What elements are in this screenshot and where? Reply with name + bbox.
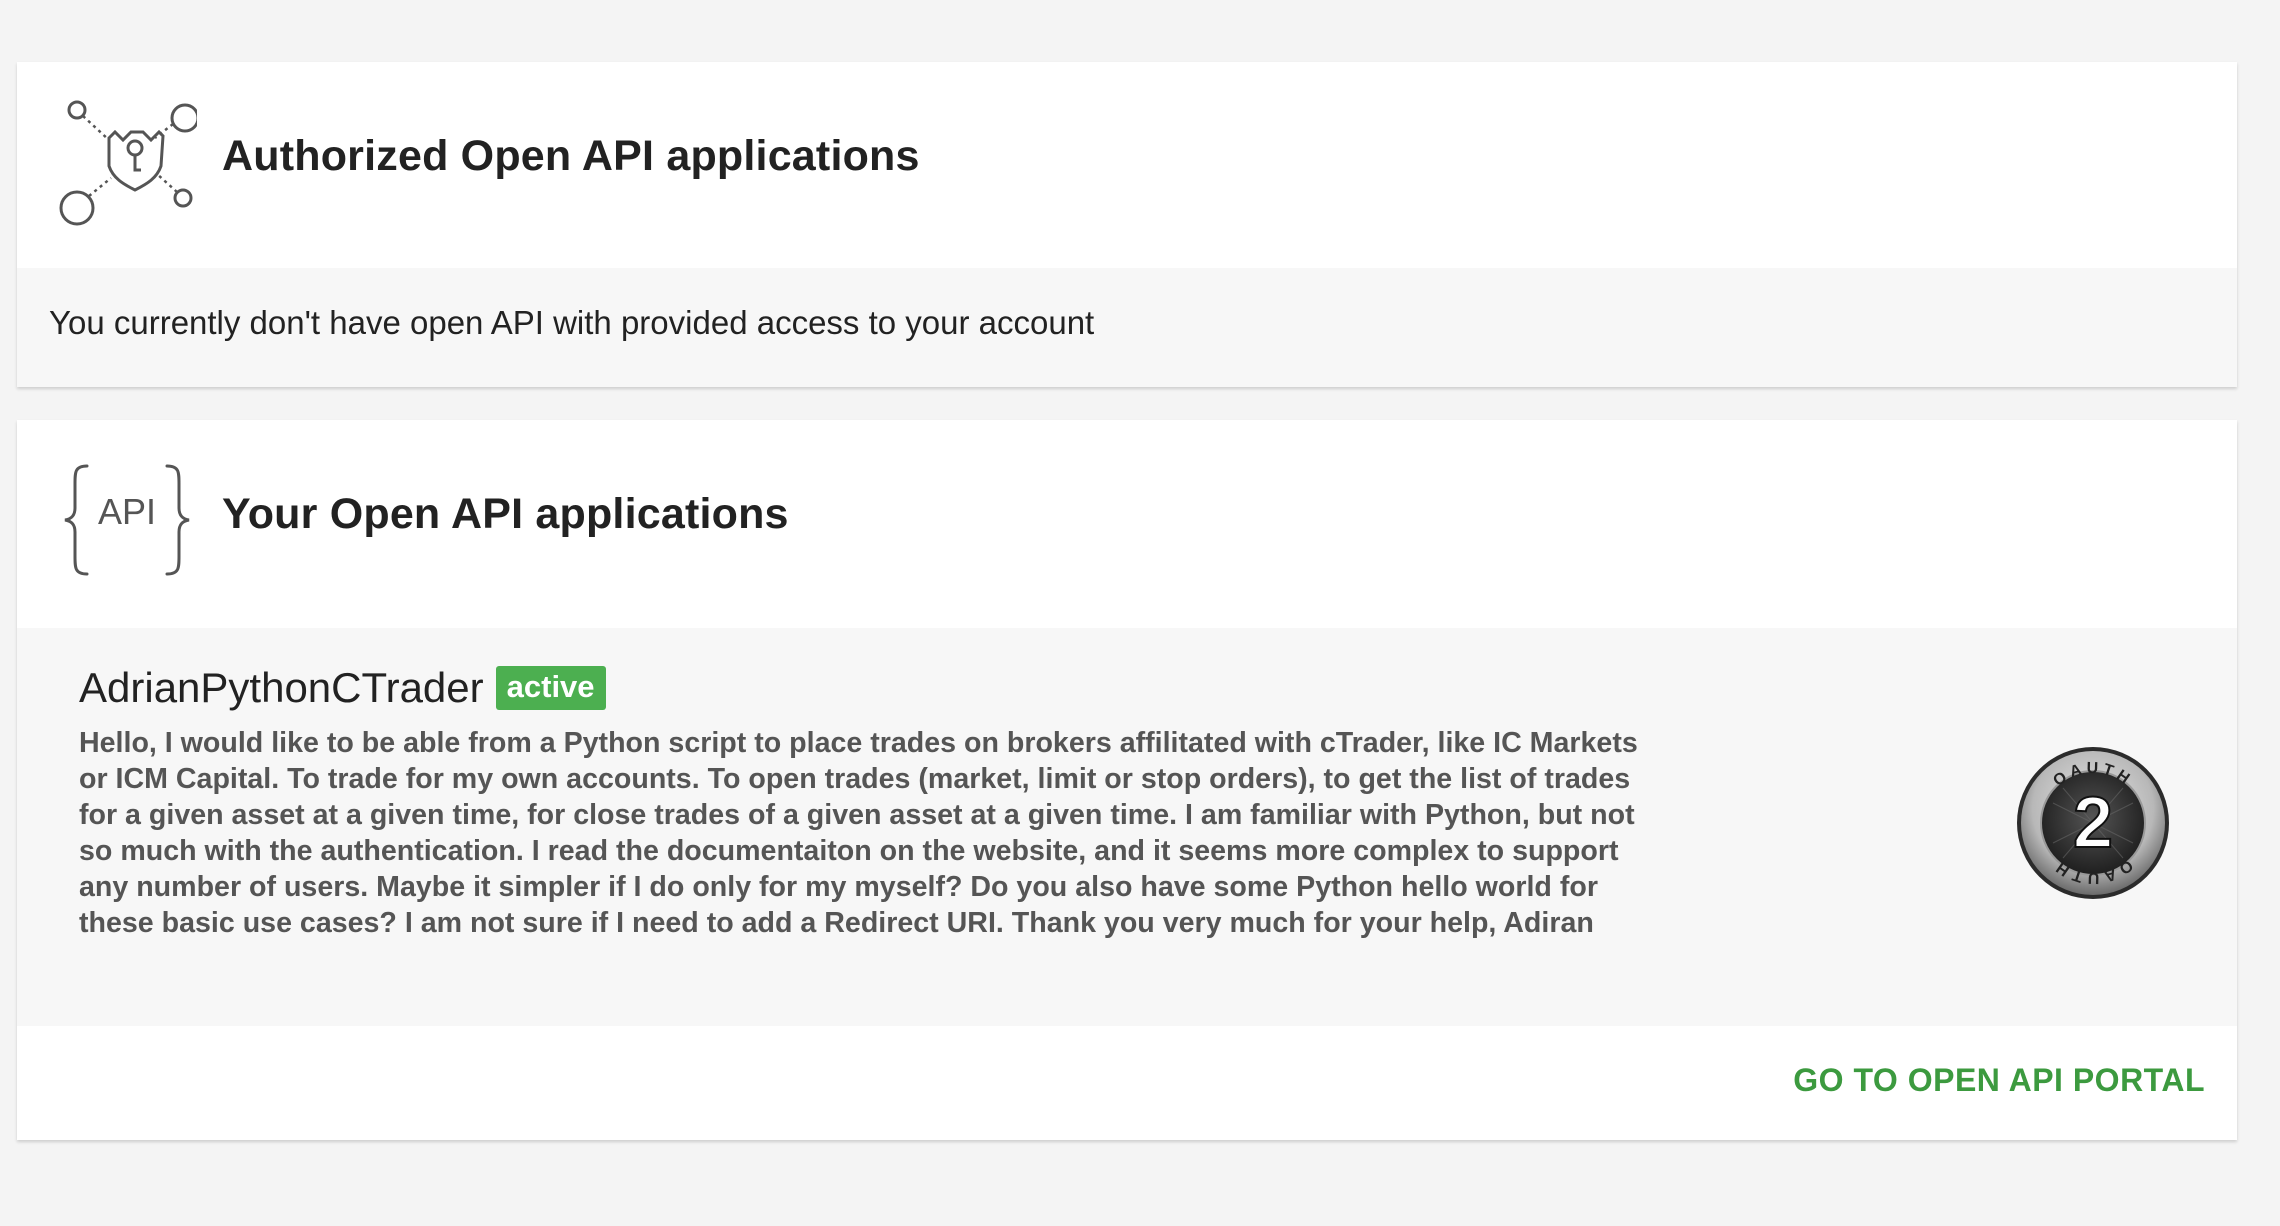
authorized-apps-header: Authorized Open API applications xyxy=(17,62,2237,268)
your-apps-footer: GO TO OPEN API PORTAL xyxy=(17,1026,2237,1140)
api-icon-text: API xyxy=(98,491,156,532)
oauth2-logo: OAUTH OAUTH 2 xyxy=(2017,747,2169,899)
app-list-item: AdrianPythonCTrader active Hello, I woul… xyxy=(17,628,2237,1026)
your-apps-card: API Your Open API applications AdrianPyt… xyxy=(17,420,2237,1140)
api-braces-icon: API xyxy=(64,464,190,576)
status-badge: active xyxy=(495,666,606,710)
app-name: AdrianPythonCTrader xyxy=(79,664,484,711)
your-apps-header: API Your Open API applications xyxy=(17,420,2237,626)
authorized-apps-card: Authorized Open API applications You cur… xyxy=(17,62,2237,387)
app-description: Hello, I would like to be able from a Py… xyxy=(79,727,1638,939)
app-name-row: AdrianPythonCTrader active xyxy=(79,660,606,716)
empty-state-message: You currently don't have open API with p… xyxy=(49,304,1095,341)
shield-network-icon xyxy=(59,100,197,226)
your-apps-title: Your Open API applications xyxy=(222,490,789,538)
authorized-apps-body: You currently don't have open API with p… xyxy=(17,268,2237,387)
go-to-portal-link[interactable]: GO TO OPEN API PORTAL xyxy=(1793,1062,2205,1099)
oauth-logo-number: 2 xyxy=(2073,783,2113,863)
authorized-apps-title: Authorized Open API applications xyxy=(222,132,920,180)
